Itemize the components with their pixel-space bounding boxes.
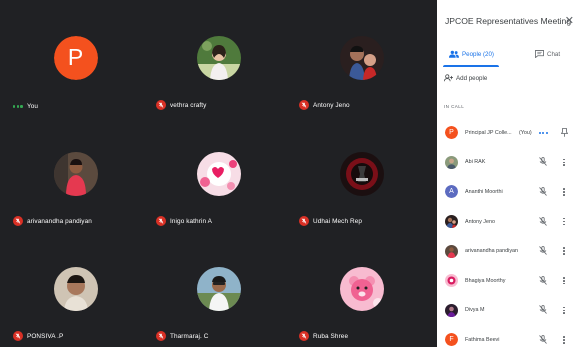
participant-tile[interactable]: Ruba Shree	[290, 235, 433, 347]
mic-off-icon	[539, 242, 547, 260]
in-call-heading: IN CALL	[444, 104, 465, 109]
mic-off-icon	[539, 301, 547, 319]
mic-off-icon	[299, 331, 309, 341]
tab-people-label: People (20)	[462, 50, 494, 58]
chat-icon	[535, 50, 544, 58]
photo-teddy-bear-icon	[339, 266, 384, 311]
participant-name: vethra crafty	[170, 101, 207, 109]
photo-man-red-shirt-icon	[445, 244, 458, 258]
mic-off-icon	[299, 100, 309, 110]
photo-pink-icon	[445, 274, 458, 288]
panel-tabs: People (20) Chat	[437, 42, 574, 67]
photo-man-outdoor-icon	[196, 266, 241, 311]
mic-off-icon	[539, 153, 547, 171]
mic-off-icon	[156, 216, 166, 226]
more-vert-icon[interactable]	[563, 306, 565, 315]
participant-tile[interactable]: Udhai Mech Rep	[290, 120, 433, 232]
list-item[interactable]: A Ananthi Moorthi	[437, 177, 574, 207]
list-item[interactable]: Divya M	[437, 296, 574, 326]
add-people-label: Add people	[456, 74, 488, 82]
participant-name: PONSIVA .P	[27, 332, 64, 340]
mic-off-icon	[539, 331, 547, 347]
mic-off-icon	[156, 331, 166, 341]
photo-pink-hearts-icon	[196, 151, 241, 196]
list-item[interactable]: F Fathima Beevi	[437, 325, 574, 347]
participant-name: Tharmaraj. C	[170, 332, 209, 340]
close-icon[interactable]: ✕	[565, 14, 574, 27]
mic-off-icon	[539, 213, 547, 231]
participant-tile-you[interactable]: P You	[4, 4, 147, 116]
participant-tile[interactable]: PONSIVA .P	[4, 235, 147, 347]
add-person-icon	[444, 74, 453, 82]
more-vert-icon[interactable]	[563, 217, 565, 226]
participant-name: You	[27, 103, 39, 110]
participant-name: Fathima Beevi	[465, 336, 500, 343]
participant-name: Inigo kathrin A	[170, 217, 212, 225]
participant-name: Divya M	[465, 307, 485, 314]
participant-name: Ananthi Moorthi	[465, 188, 503, 195]
mic-off-icon	[299, 216, 309, 226]
more-vert-icon[interactable]	[563, 158, 565, 167]
mic-off-icon	[13, 216, 23, 226]
tab-chat[interactable]: Chat	[535, 42, 560, 66]
photo-couple-icon	[445, 215, 458, 229]
participant-tile[interactable]: Antony Jeno	[290, 4, 433, 116]
avatar: P	[445, 126, 458, 140]
people-icon	[449, 50, 459, 58]
more-vert-icon[interactable]	[563, 247, 565, 255]
list-item[interactable]: Antony Jeno	[437, 207, 574, 237]
participant-tile[interactable]: vethra crafty	[147, 4, 290, 116]
list-item[interactable]: P Principal JP Colle... (You)	[437, 118, 574, 148]
photo-dark-icon	[445, 303, 458, 317]
more-dots-icon[interactable]	[539, 131, 548, 134]
participant-tile[interactable]: arivanandha pandiyan	[4, 120, 147, 232]
participant-list: P Principal JP Colle... (You) Abi RAK A …	[437, 118, 574, 347]
participant-name: arivanandha pandiyan	[27, 217, 92, 225]
photo-couple-icon	[339, 35, 384, 80]
list-item[interactable]: Abi RAK	[437, 148, 574, 178]
participant-name: Abi RAK	[465, 159, 486, 166]
avatar: A	[445, 185, 458, 199]
participant-name: arivanandha pandiyan	[465, 248, 519, 255]
avatar: P	[53, 35, 98, 80]
photo-boy-icon	[53, 266, 98, 311]
participant-tile[interactable]: Inigo kathrin A	[147, 120, 290, 232]
people-panel: JPCOE Representatives Meeting ✕ People (…	[437, 0, 574, 347]
tab-people[interactable]: People (20)	[449, 42, 494, 66]
participant-name: Ruba Shree	[313, 332, 349, 340]
mic-off-icon	[539, 183, 547, 201]
speaking-dots-icon	[13, 105, 23, 108]
participant-name: Antony Jeno	[465, 218, 495, 225]
mic-off-icon	[156, 100, 166, 110]
meeting-title: JPCOE Representatives Meeting	[445, 16, 572, 26]
list-item[interactable]: arivanandha pandiyan	[437, 236, 574, 266]
participant-name: Principal JP Colle...	[465, 129, 512, 136]
photo-dark-logo-icon	[339, 151, 384, 196]
photo-person-icon	[445, 155, 458, 169]
avatar: F	[445, 333, 458, 347]
participant-tile[interactable]: Tharmaraj. C	[147, 235, 290, 347]
mic-off-icon	[13, 331, 23, 341]
participant-name: Udhai Mech Rep	[313, 217, 362, 225]
more-vert-icon[interactable]	[563, 336, 565, 344]
more-vert-icon[interactable]	[563, 277, 565, 285]
participant-name: Antony Jeno	[313, 101, 350, 109]
photo-girl-icon	[196, 35, 241, 80]
active-tab-indicator	[443, 65, 499, 67]
photo-man-red-shirt-icon	[53, 151, 98, 196]
more-vert-icon[interactable]	[563, 188, 565, 196]
pin-icon[interactable]	[560, 124, 569, 142]
you-label: (You)	[519, 129, 532, 136]
participant-name: Bhagiya Moorthy	[465, 277, 506, 284]
mic-off-icon	[539, 272, 547, 290]
tab-chat-label: Chat	[547, 50, 561, 58]
list-item[interactable]: Bhagiya Moorthy	[437, 266, 574, 296]
video-grid: P You vethra crafty Antony Jeno arivanan…	[0, 0, 437, 347]
add-people-button[interactable]: Add people	[444, 74, 487, 82]
